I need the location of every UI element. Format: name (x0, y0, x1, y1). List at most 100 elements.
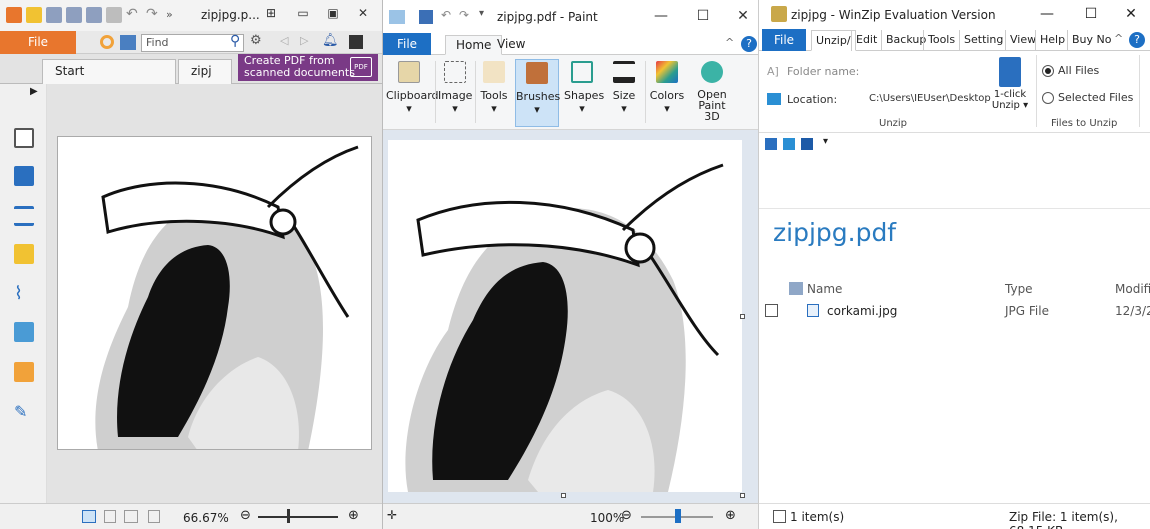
minimize-button[interactable]: — (1037, 6, 1057, 22)
tab-tools[interactable]: Tools (923, 30, 959, 51)
file-name[interactable]: corkami.jpg (827, 304, 897, 318)
zoom-out-icon[interactable]: ⊖ (621, 508, 632, 523)
next-icon[interactable]: ▷ (300, 34, 308, 47)
resize-handle-right[interactable] (740, 314, 745, 319)
maximize-button[interactable]: ▣ (322, 6, 344, 24)
zoom-in-icon[interactable]: ⊕ (348, 508, 359, 523)
page-icon[interactable] (14, 128, 34, 148)
open-folder-icon[interactable] (26, 7, 42, 23)
tab-start[interactable]: Start (42, 59, 176, 84)
collapse-ribbon-icon[interactable]: ^ (725, 36, 734, 49)
paint3d-group[interactable]: Open Paint 3D (689, 59, 735, 127)
tab-unzip[interactable]: Unzip/ (811, 30, 856, 51)
undo-icon[interactable]: ↶ (126, 7, 142, 23)
zoom-level[interactable]: 66.67% (183, 511, 229, 525)
zoom-slider-thumb[interactable] (675, 509, 681, 523)
help-icon[interactable]: ? (1129, 32, 1145, 48)
one-click-unzip-button[interactable]: 1-click Unzip ▾ (989, 89, 1031, 111)
redo-icon[interactable]: ↷ (459, 8, 469, 22)
zoom-in-icon[interactable]: ⊕ (725, 508, 736, 523)
clipboard-group[interactable]: Clipboard ▾ (386, 59, 439, 127)
layout-icon[interactable]: ⊞ (260, 6, 282, 24)
save-icon[interactable] (46, 7, 62, 23)
all-files-radio[interactable] (1042, 65, 1054, 77)
facing-icon[interactable] (124, 510, 138, 523)
file-menu-button[interactable]: File (0, 31, 76, 54)
attachment-icon[interactable]: ⌇ (14, 284, 34, 304)
lock-icon[interactable] (14, 362, 34, 382)
column-type[interactable]: Type (1005, 282, 1033, 296)
search-doc-icon[interactable] (120, 35, 136, 50)
collapse-ribbon-icon[interactable]: ^ (1114, 32, 1123, 45)
signature-icon[interactable] (14, 322, 34, 342)
size-group[interactable]: Size ▾ (609, 59, 639, 127)
save-icon[interactable] (419, 10, 433, 24)
image-group[interactable]: Image ▾ (438, 59, 472, 127)
brushes-group[interactable]: Brushes ▾ (515, 59, 560, 127)
layers-icon[interactable] (14, 206, 34, 226)
facing-continuous-icon[interactable] (148, 510, 160, 523)
resize-handle-bottom[interactable] (561, 493, 566, 498)
zoom-out-icon[interactable]: ⊖ (240, 508, 251, 523)
undo-icon[interactable]: ↶ (441, 8, 451, 22)
foxit-document-area[interactable] (47, 84, 382, 503)
close-button[interactable]: ✕ (733, 8, 753, 24)
column-modified[interactable]: Modifi (1115, 282, 1150, 296)
comment-icon[interactable] (14, 244, 34, 264)
tab-buy-now[interactable]: Buy No (1067, 30, 1115, 51)
customize-icon[interactable]: ▾ (823, 136, 828, 147)
column-name[interactable]: Name (807, 282, 842, 296)
colors-group[interactable]: Colors ▾ (649, 59, 685, 127)
security-icon[interactable]: ✎ (14, 402, 34, 422)
tab-view[interactable]: View (487, 35, 535, 55)
maximize-button[interactable]: ☐ (693, 8, 713, 24)
continuous-icon[interactable] (104, 510, 116, 523)
prev-icon[interactable]: ◁ (280, 34, 288, 47)
tools-group[interactable]: Tools ▾ (478, 59, 510, 127)
copy-icon[interactable] (86, 7, 102, 23)
minimize-button[interactable]: ▭ (292, 6, 314, 24)
ring-icon[interactable] (100, 35, 114, 49)
one-click-unzip-icon[interactable] (999, 57, 1021, 87)
customize-icon[interactable]: ▾ (479, 8, 484, 19)
selected-files-radio[interactable] (1042, 92, 1054, 104)
tab-settings[interactable]: Setting (959, 30, 1007, 51)
resize-handle-corner[interactable] (740, 493, 745, 498)
paint-image[interactable] (388, 140, 742, 492)
paint-canvas-area[interactable] (383, 130, 758, 503)
close-button[interactable]: ✕ (352, 6, 374, 24)
shapes-group[interactable]: Shapes ▾ (564, 59, 604, 127)
more-icon[interactable]: » (166, 7, 182, 23)
close-button[interactable]: ✕ (1121, 6, 1141, 22)
redo-icon[interactable]: ↷ (146, 7, 162, 23)
file-row-checkbox[interactable] (765, 304, 778, 317)
location-path[interactable]: C:\Users\IEUser\Desktop (869, 93, 991, 104)
tab-document[interactable]: zipj (178, 59, 232, 84)
paint-status-bar: ✛ 100% ⊖ ⊕ (383, 503, 758, 529)
minimize-button[interactable]: — (651, 8, 671, 24)
file-tab[interactable]: File (383, 33, 431, 55)
hand-icon[interactable] (106, 7, 122, 23)
select-all-checkbox[interactable] (773, 510, 786, 523)
user-icon[interactable] (349, 35, 363, 49)
save-icon[interactable] (765, 138, 777, 150)
tab-edit[interactable]: Edit (851, 30, 881, 51)
zoom-slider-thumb[interactable] (287, 509, 290, 523)
zip-icon[interactable] (801, 138, 813, 150)
tab-help[interactable]: Help (1035, 30, 1069, 51)
expand-icon[interactable]: ▶ (30, 86, 38, 97)
create-pdf-banner[interactable]: Create PDF from scanned documents PDF (238, 54, 378, 81)
settings-icon[interactable]: ⚙ (250, 33, 262, 48)
open-icon[interactable] (783, 138, 795, 150)
single-page-icon[interactable] (82, 510, 96, 523)
find-input[interactable]: Find (141, 34, 244, 52)
zoom-level[interactable]: 100% (590, 511, 624, 525)
maximize-button[interactable]: ☐ (1081, 6, 1101, 22)
pages-icon[interactable] (14, 166, 34, 186)
print-icon[interactable] (66, 7, 82, 23)
search-icon[interactable]: ⚲ (230, 33, 240, 49)
bell-icon[interactable]: 🔔︎ (322, 33, 339, 48)
help-icon[interactable]: ? (741, 36, 757, 52)
zoom-slider[interactable] (258, 516, 338, 518)
file-tab[interactable]: File (762, 29, 806, 51)
